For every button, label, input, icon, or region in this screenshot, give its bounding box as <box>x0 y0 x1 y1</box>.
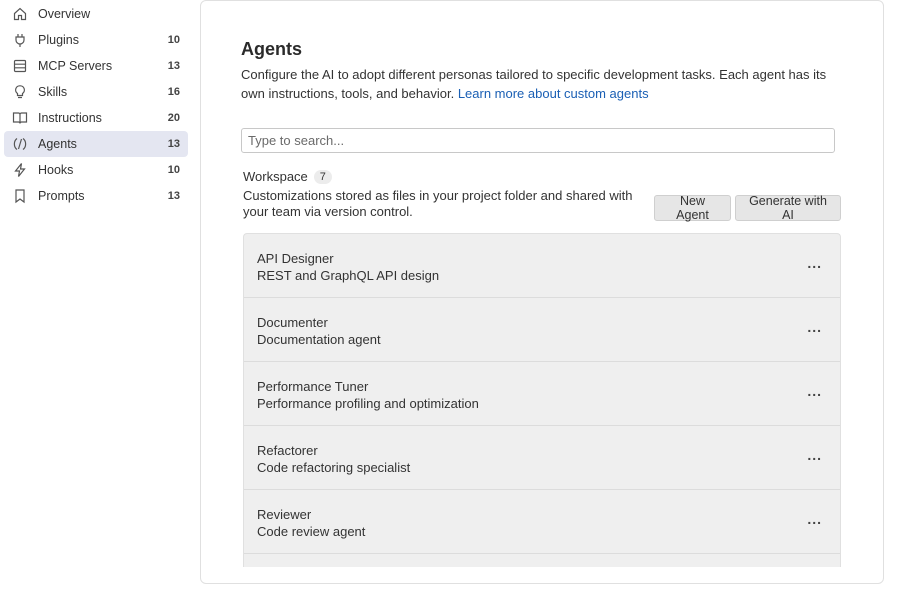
new-agent-button[interactable]: New Agent <box>654 194 731 222</box>
sidebar-item-count: 10 <box>167 34 180 46</box>
sidebar-item-count: 20 <box>167 112 180 124</box>
agent-list: API Designer REST and GraphQL API design… <box>243 233 841 567</box>
agents-panel: Agents Configure the AI to adopt differe… <box>200 0 884 584</box>
more-actions-icon[interactable]: ... <box>807 384 822 398</box>
lightbulb-icon <box>12 84 28 100</box>
generate-with-ai-button[interactable]: Generate with AI <box>735 194 841 222</box>
agent-description: Performance profiling and optimization <box>257 396 479 411</box>
list-item[interactable]: API Designer REST and GraphQL API design… <box>244 234 840 298</box>
sidebar-item-label: Skills <box>38 85 68 99</box>
sidebar-item-count: 10 <box>167 164 180 176</box>
sidebar-item-count: 16 <box>167 86 180 98</box>
sidebar-item-agents[interactable]: Agents 13 <box>4 131 188 157</box>
section-description: Customizations stored as files in your p… <box>243 188 633 219</box>
search-input[interactable] <box>241 128 835 153</box>
list-item-partial[interactable] <box>244 554 840 567</box>
agent-name: Refactorer <box>257 443 318 458</box>
more-actions-icon[interactable]: ... <box>807 448 822 462</box>
sidebar-item-label: Prompts <box>38 189 85 203</box>
sidebar-item-label: Overview <box>38 7 91 21</box>
book-icon <box>12 110 28 126</box>
list-item[interactable]: Documenter Documentation agent ... <box>244 298 840 362</box>
sidebar-item-skills[interactable]: Skills 16 <box>4 79 188 105</box>
sidebar-item-mcp-servers[interactable]: MCP Servers 13 <box>4 53 188 79</box>
sidebar-item-label: Plugins <box>38 33 79 47</box>
agent-description: Documentation agent <box>257 332 381 347</box>
agent-description: Code refactoring specialist <box>257 460 411 475</box>
more-actions-icon[interactable]: ... <box>807 320 822 334</box>
agent-description: Code review agent <box>257 524 366 539</box>
sidebar-item-count: 13 <box>167 60 180 72</box>
agent-name: Reviewer <box>257 507 312 522</box>
home-icon <box>12 6 28 22</box>
sidebar-item-label: Hooks <box>38 163 74 177</box>
agent-description: REST and GraphQL API design <box>257 268 440 283</box>
bookmark-icon <box>12 188 28 204</box>
agent-name: Performance Tuner <box>257 379 369 394</box>
agent-name: Documenter <box>257 315 328 330</box>
learn-more-link[interactable]: Learn more about custom agents <box>458 86 649 101</box>
sidebar-item-instructions[interactable]: Instructions 20 <box>4 105 188 131</box>
sidebar-item-plugins[interactable]: Plugins 10 <box>4 27 188 53</box>
sidebar: Overview Plugins 10 MCP Servers 13 Skill… <box>0 0 196 600</box>
plug-icon <box>12 32 28 48</box>
server-icon <box>12 58 28 74</box>
more-actions-icon[interactable]: ... <box>807 256 822 270</box>
section-title: Workspace <box>243 169 308 184</box>
sidebar-item-label: Agents <box>38 137 77 151</box>
sidebar-item-overview[interactable]: Overview <box>4 1 188 27</box>
sidebar-item-label: Instructions <box>38 111 102 125</box>
section-count-badge: 7 <box>313 169 332 184</box>
section-header-workspace: Workspace 7 <box>243 169 332 184</box>
sidebar-item-hooks[interactable]: Hooks 10 <box>4 157 188 183</box>
lightning-icon <box>12 162 28 178</box>
sidebar-item-label: MCP Servers <box>38 59 113 73</box>
sidebar-item-count: 13 <box>167 190 180 202</box>
page-description: Configure the AI to adopt different pers… <box>241 65 841 103</box>
list-item[interactable]: Performance Tuner Performance profiling … <box>244 362 840 426</box>
agent-name: API Designer <box>257 251 334 266</box>
sidebar-item-count: 13 <box>167 138 180 150</box>
page-title: Agents <box>241 39 303 59</box>
agent-icon <box>12 136 28 152</box>
list-item[interactable]: Refactorer Code refactoring specialist .… <box>244 426 840 490</box>
sidebar-item-prompts[interactable]: Prompts 13 <box>4 183 188 209</box>
more-actions-icon[interactable]: ... <box>807 512 822 526</box>
list-item[interactable]: Reviewer Code review agent ... <box>244 490 840 554</box>
